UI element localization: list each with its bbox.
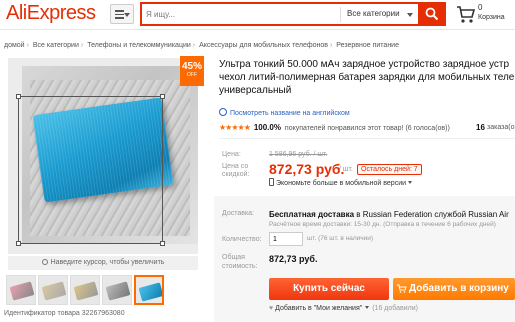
shipping-label: Доставка: bbox=[222, 210, 255, 217]
total-price: 872,73 руб. bbox=[269, 254, 318, 264]
quantity-input[interactable] bbox=[269, 232, 303, 246]
breadcrumb-home[interactable]: домой bbox=[4, 42, 25, 49]
chevron-down-icon bbox=[365, 306, 370, 309]
translate-icon bbox=[219, 108, 227, 116]
search-icon bbox=[425, 7, 439, 21]
product-gallery: 45% OFF Наведите курсор, чтобы увеличить bbox=[4, 56, 204, 270]
translate-link[interactable]: Посмотреть название на английском bbox=[219, 108, 350, 117]
orders-count: 16 bbox=[476, 123, 485, 132]
search-input[interactable] bbox=[146, 7, 336, 22]
breadcrumb-power-bank[interactable]: Резервное питание bbox=[336, 42, 399, 49]
cart-icon bbox=[397, 284, 407, 293]
add-to-wishlist[interactable]: ♥ Добавить в "Мои желания" (16 добавили) bbox=[269, 305, 418, 312]
breadcrumb-accessories[interactable]: Аксессуары для мобильных телефонов bbox=[199, 42, 328, 49]
wishlist-count: (16 добавили) bbox=[372, 305, 418, 312]
rating-text: покупателей понравился этот товар! (6 го… bbox=[284, 125, 450, 132]
discount-badge: 45% OFF bbox=[180, 56, 204, 86]
rating-stars[interactable]: ★★★★★ bbox=[219, 123, 251, 132]
item-id: Идентификатор товара 32267963080 bbox=[4, 310, 125, 317]
buy-now-button[interactable]: Купить сейчас bbox=[269, 278, 389, 300]
discount-price: 872,73 руб. bbox=[269, 161, 345, 177]
category-menu-button[interactable] bbox=[110, 4, 134, 24]
price-unit: / шт. bbox=[339, 166, 353, 173]
phone-icon bbox=[269, 178, 274, 186]
zoom-lens[interactable] bbox=[16, 94, 165, 246]
search-button[interactable] bbox=[418, 2, 446, 26]
shipping-info: Бесплатная доставка в Russian Federation… bbox=[269, 210, 509, 219]
discount-price-label-2: скидкой: bbox=[222, 171, 250, 178]
magnifier-icon bbox=[41, 259, 48, 265]
shipping-time: Расчётное время доставки: 15-30 дн. (Отп… bbox=[269, 221, 496, 228]
divider bbox=[219, 138, 515, 139]
thumbnail[interactable] bbox=[102, 275, 132, 305]
category-select[interactable]: Все категории bbox=[347, 9, 400, 18]
chevron-down-icon bbox=[124, 13, 130, 17]
breadcrumb-all-categories[interactable]: Все категории bbox=[33, 42, 79, 49]
days-left-badge: Осталось дней: 7 bbox=[357, 164, 422, 175]
search-box: Все категории bbox=[140, 2, 418, 26]
thumbnail[interactable] bbox=[6, 275, 36, 305]
aliexpress-logo[interactable]: AliExpress bbox=[6, 2, 96, 25]
total-label: Общая bbox=[222, 254, 245, 261]
cart-icon[interactable] bbox=[456, 3, 476, 25]
orders-label: заказа(о bbox=[487, 124, 515, 131]
header: AliExpress Все категории 0 Корзина bbox=[0, 0, 515, 30]
breadcrumb-phones[interactable]: Телефоны и телекоммуникации bbox=[87, 42, 191, 49]
total-label-2: стоимость: bbox=[222, 263, 258, 270]
quantity-available: шт. (76 шт. в наличии) bbox=[307, 235, 374, 242]
discount-price-label: Цена со bbox=[222, 163, 249, 170]
product-title: Ультра тонкий 50.000 мАч зарядное устрой… bbox=[219, 59, 515, 96]
cart-label[interactable]: Корзина bbox=[478, 14, 505, 21]
thumbnail[interactable] bbox=[38, 275, 68, 305]
old-price: 1 586,96 руб. / шт. bbox=[269, 151, 328, 158]
heart-icon: ♥ bbox=[269, 305, 274, 312]
price-label: Цена: bbox=[222, 151, 241, 158]
add-to-cart-button[interactable]: Добавить в корзину bbox=[393, 278, 515, 300]
chevron-down-icon bbox=[408, 181, 413, 184]
mobile-save-link[interactable]: Экономьте больше в мобильной версии bbox=[269, 178, 413, 187]
main-product-image[interactable] bbox=[8, 58, 198, 254]
zoom-hint: Наведите курсор, чтобы увеличить bbox=[8, 256, 198, 270]
thumbnail[interactable] bbox=[70, 275, 100, 305]
rating-row: ★★★★★ 100.0% покупателей понравился этот… bbox=[219, 123, 515, 132]
rating-percent: 100.0% bbox=[253, 123, 281, 132]
quantity-label: Количество: bbox=[222, 236, 262, 243]
thumbnail-active[interactable] bbox=[134, 275, 164, 305]
menu-icon bbox=[115, 10, 124, 19]
chevron-down-icon bbox=[407, 13, 413, 17]
cart-count: 0 bbox=[478, 3, 483, 12]
product-details: Ультра тонкий 50.000 мАч зарядное устрой… bbox=[219, 58, 515, 97]
breadcrumb: домой › Все категории › Телефоны и телеком… bbox=[4, 42, 399, 49]
divider bbox=[340, 7, 341, 22]
